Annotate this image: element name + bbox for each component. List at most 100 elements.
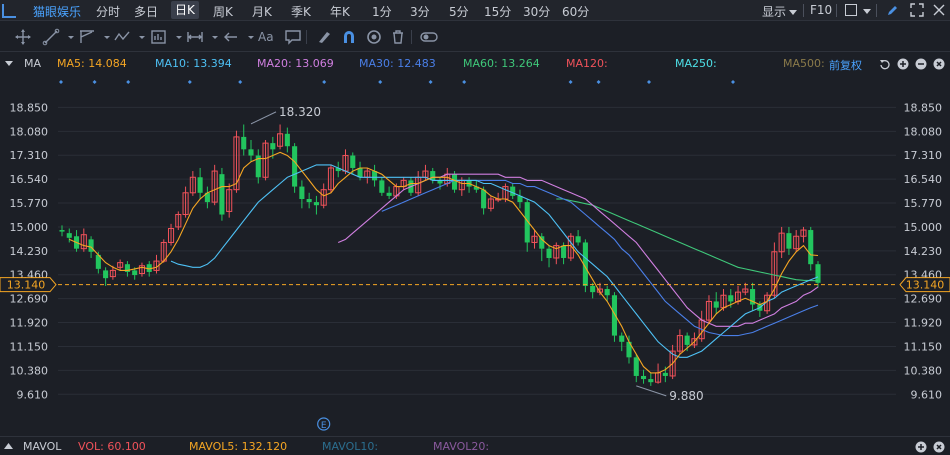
chevron-down-icon[interactable]: [863, 9, 871, 14]
price-tag-right-label: 13.140: [906, 279, 945, 292]
y-tick-label: 11.150: [904, 340, 943, 353]
volume-legend: MAVOL VOL: 60.100 MAVOL5: 132.120 MAVOL1…: [0, 436, 950, 455]
candle-body: [270, 143, 276, 150]
tab-period-1[interactable]: 多日: [134, 3, 158, 20]
candle-body: [248, 149, 254, 156]
close-icon[interactable]: [932, 3, 946, 17]
chevron-down-icon[interactable]: [98, 28, 110, 46]
chevron-up-icon[interactable]: [4, 443, 13, 449]
chevron-down-icon[interactable]: [242, 28, 254, 46]
line-draw-icon[interactable]: [42, 28, 60, 46]
tab-period-0[interactable]: 分时: [96, 3, 120, 20]
candle-body: [648, 379, 654, 383]
close-icon[interactable]: [933, 58, 945, 70]
divider: [803, 4, 804, 17]
y-tick-label: 11.920: [10, 317, 49, 330]
event-dot: [187, 80, 192, 84]
extreme-price-label: 9.880: [669, 389, 703, 403]
volume-legend-item: VOL: 60.100: [78, 440, 146, 453]
event-dot: [238, 80, 243, 84]
y-axis-left: 18.850 18.080 17.310 16.540 15.770 15.000 14.2…: [10, 101, 49, 401]
pen-icon[interactable]: [885, 3, 900, 18]
eraser-icon[interactable]: [315, 28, 333, 46]
arrow-icon[interactable]: [222, 28, 240, 46]
eye-icon[interactable]: [365, 28, 383, 46]
tab-period-9[interactable]: 5分: [449, 3, 469, 20]
candle-body: [684, 335, 690, 345]
y-tick-label: 9.610: [17, 388, 49, 401]
stock-name[interactable]: 猫眼娱乐: [33, 3, 81, 20]
event-dot: [731, 80, 735, 84]
candle-body: [611, 295, 618, 336]
candle-body: [619, 335, 625, 342]
y-tick-label: 12.690: [10, 293, 49, 306]
trash-icon[interactable]: [389, 28, 407, 46]
candle-body: [728, 295, 734, 302]
candle-body: [292, 146, 298, 187]
candle-body: [379, 180, 385, 193]
annotations: 18.320 9.880 E: [250, 105, 704, 431]
candle-body: [815, 264, 821, 283]
annotation-leader: [250, 111, 277, 125]
y-tick-label: 10.380: [904, 364, 943, 377]
tab-period-8[interactable]: 3分: [410, 3, 430, 20]
y-tick-label: 14.230: [10, 245, 49, 258]
chevron-down-icon[interactable]: [5, 61, 13, 66]
y-tick-label: 18.080: [10, 125, 49, 138]
square-toggle-icon[interactable]: [845, 4, 857, 16]
f10-button[interactable]: F10: [810, 3, 832, 17]
price-tag-left-label: 13.140: [7, 279, 46, 292]
volume-indicator-label[interactable]: MAVOL: [23, 440, 61, 453]
polyline-icon[interactable]: [113, 28, 131, 46]
measure-icon[interactable]: [150, 28, 168, 46]
tab-period-3[interactable]: 周K: [213, 3, 233, 20]
y-tick-label: 16.540: [904, 173, 943, 186]
event-dot: [59, 80, 63, 84]
candle-body: [451, 174, 458, 190]
ma-legend-item: MA5: 14.084: [57, 57, 127, 70]
close-icon[interactable]: [933, 441, 945, 453]
chevron-down-icon[interactable]: [170, 28, 182, 46]
tab-period-5[interactable]: 季K: [291, 3, 311, 20]
tab-period-11[interactable]: 30分: [523, 3, 550, 20]
remove-icon[interactable]: [915, 58, 927, 70]
candle-body: [546, 248, 552, 258]
reset-icon[interactable]: [879, 58, 891, 70]
tab-period-12[interactable]: 60分: [562, 3, 589, 20]
add-icon[interactable]: [897, 58, 909, 70]
tab-period-4[interactable]: 月K: [252, 3, 272, 20]
event-dot: [378, 80, 383, 84]
tab-period-2[interactable]: 日K: [171, 1, 199, 19]
y-tick-label: 18.850: [10, 101, 49, 114]
y-tick-label: 15.770: [10, 197, 49, 210]
chevron-down-icon[interactable]: [62, 28, 74, 46]
magnet-icon[interactable]: [340, 28, 358, 46]
crosshair-icon[interactable]: [14, 28, 32, 46]
ma-legend-item: MA60: 13.264: [463, 57, 540, 70]
channel-icon[interactable]: [78, 28, 96, 46]
candlestick-chart[interactable]: 18.850 18.080 17.310 16.540 15.770 15.000 14.2…: [0, 74, 950, 436]
text-tool[interactable]: Aa: [258, 28, 278, 46]
toggle-icon[interactable]: [420, 28, 438, 46]
tab-period-10[interactable]: 15分: [484, 3, 511, 20]
tab-period-6[interactable]: 年K: [330, 3, 350, 20]
y-tick-label: 15.000: [904, 221, 943, 234]
add-icon[interactable]: [915, 441, 927, 453]
candle-body: [575, 236, 581, 243]
drawing-toolbar: Aa: [0, 21, 950, 52]
tab-period-7[interactable]: 1分: [372, 3, 392, 20]
indicator-label[interactable]: MA: [24, 57, 41, 70]
chevron-down-icon[interactable]: [133, 28, 145, 46]
event-dot: [462, 80, 467, 84]
expand-icon[interactable]: [910, 3, 924, 17]
corner-marker-icon: [2, 4, 16, 18]
chevron-down-icon[interactable]: [206, 28, 218, 46]
adjust-mode-button[interactable]: 前复权: [829, 57, 862, 73]
volume-legend-item: MAVOL10:: [322, 440, 379, 453]
comment-icon[interactable]: [284, 28, 302, 46]
candle-body: [640, 375, 647, 380]
display-menu[interactable]: 显示: [762, 3, 798, 20]
gridlines: [58, 106, 896, 395]
volume-legend-item: MAVOL20:: [433, 440, 490, 453]
range-icon[interactable]: [186, 28, 204, 46]
